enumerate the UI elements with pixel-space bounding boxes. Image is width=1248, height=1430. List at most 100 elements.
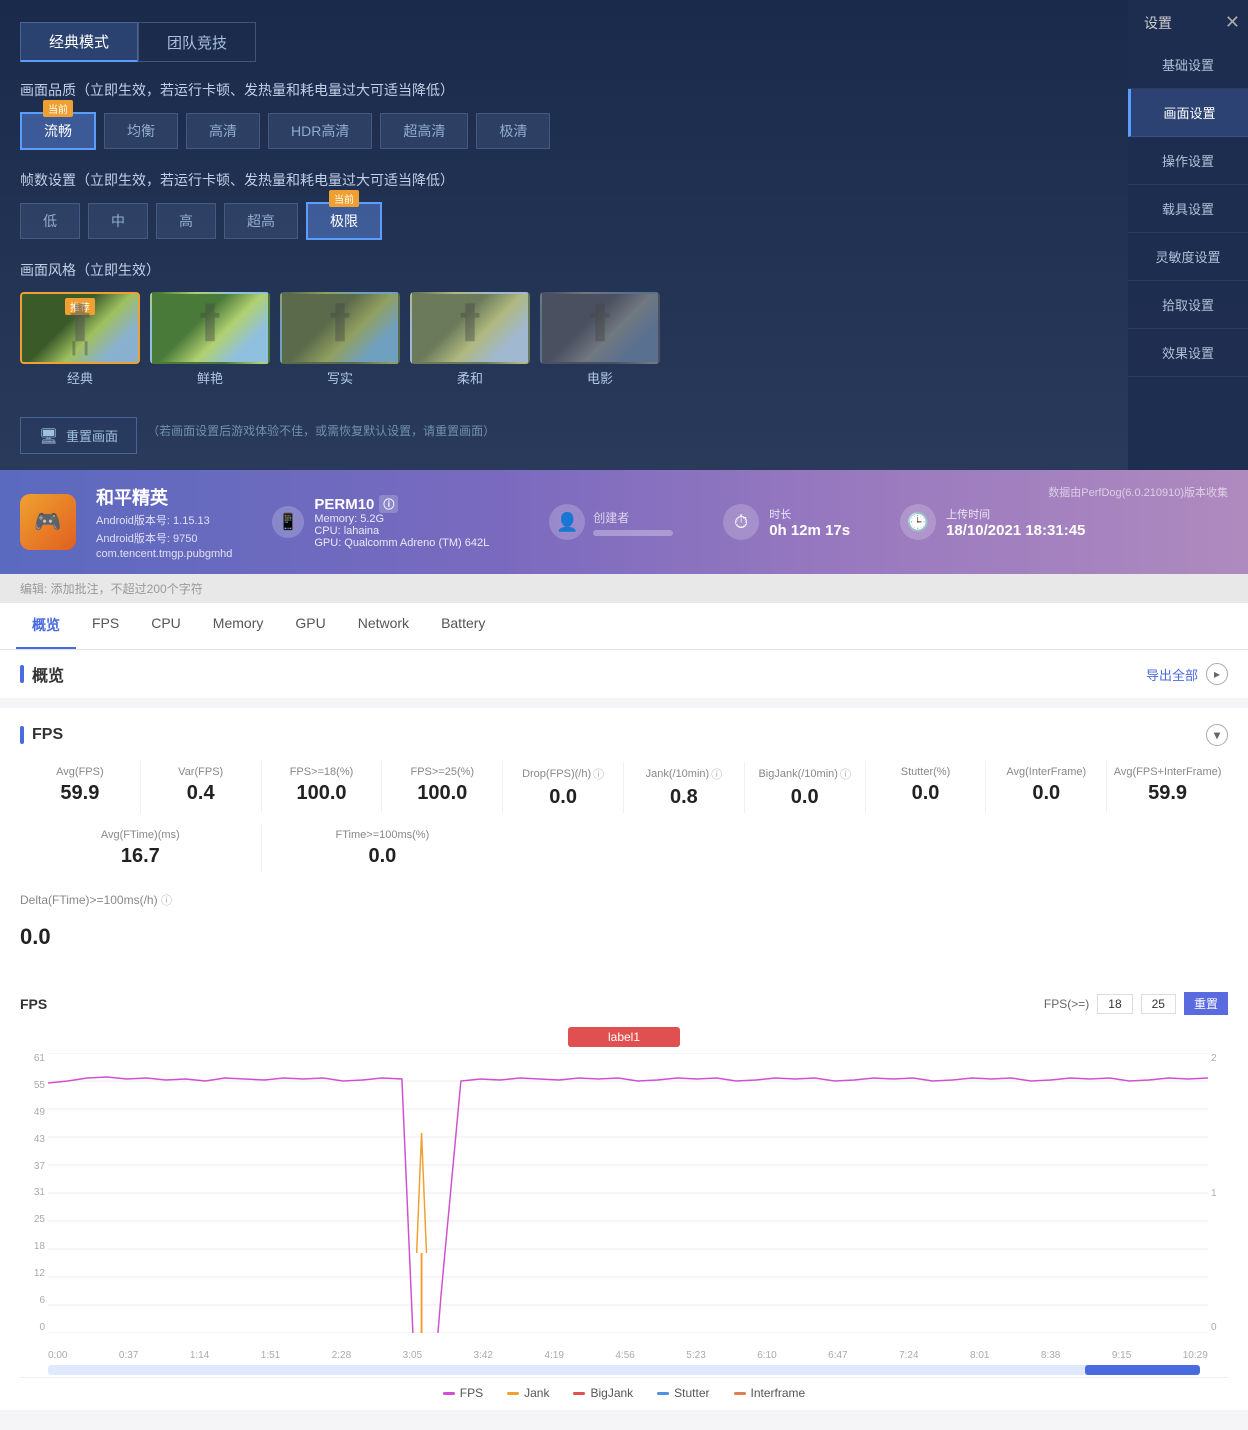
fps-btn-max[interactable]: 当前 极限 <box>306 202 382 240</box>
nav-tab-gpu[interactable]: GPU <box>279 603 341 649</box>
duration-icon: ⏱ <box>723 504 759 540</box>
collapse-arrow[interactable]: ▸ <box>1206 663 1228 685</box>
quality-btn-smooth[interactable]: 当前 流畅 <box>20 112 96 150</box>
delta-info-icon[interactable]: ⓘ <box>161 895 172 907</box>
jank-info-icon[interactable]: ⓘ <box>711 766 722 782</box>
nav-tab-battery[interactable]: Battery <box>425 603 501 649</box>
delta-label: Delta(FTime)>=100ms(/h) ⓘ <box>20 892 172 908</box>
style-card-gentle[interactable]: 柔和 <box>410 292 530 387</box>
metric-ftime100: FTime>=100ms(%) 0.0 <box>262 825 504 872</box>
drop-info-icon[interactable]: ⓘ <box>593 766 604 782</box>
current-badge-fps: 当前 <box>329 190 359 207</box>
bigjank-info-icon[interactable]: ⓘ <box>840 766 851 782</box>
quality-btn-hdr[interactable]: HDR高清 <box>268 113 372 149</box>
quality-btn-balanced[interactable]: 均衡 <box>104 113 178 149</box>
metric-fps25-value: 100.0 <box>388 782 496 805</box>
style-preview-movie <box>540 292 660 364</box>
quality-btn-hd[interactable]: 高清 <box>186 113 260 149</box>
upload-value: 18/10/2021 18:31:45 <box>946 522 1085 539</box>
metric-var-fps-label: Var(FPS) <box>147 766 255 778</box>
quality-btn-ultrahd[interactable]: 超高清 <box>380 113 468 149</box>
metric-bigjank-label: BigJank(/10min) ⓘ <box>751 766 859 782</box>
style-options: 推荐 经典 鲜艳 <box>20 292 1108 387</box>
fps-options: 低 中 高 超高 当前 极限 <box>20 202 1108 240</box>
close-icon[interactable]: ✕ <box>1225 12 1240 33</box>
metric-drop-fps: Drop(FPS)(/h) ⓘ 0.0 <box>503 762 624 813</box>
cpu-info: CPU: lahaina <box>314 525 489 537</box>
fps-btn-mid[interactable]: 中 <box>88 203 148 239</box>
quality-options: 当前 流畅 均衡 高清 HDR高清 超高清 极清 <box>20 112 1108 150</box>
section-actions: 导出全部 ▸ <box>1146 663 1228 685</box>
legend-jank: Jank <box>507 1386 549 1400</box>
creator-label: 创建者 <box>593 509 673 526</box>
metric-drop-fps-value: 0.0 <box>509 786 617 809</box>
tab-classic[interactable]: 经典模式 <box>20 22 138 62</box>
chart-controls: FPS(>=) 18 25 重置 <box>1044 992 1228 1015</box>
app-info: 和平精英 Android版本号: 1.15.13 Android版本号: 975… <box>96 484 232 560</box>
fps-section-heading: FPS ▾ <box>20 724 1228 746</box>
memory-info: Memory: 5.2G <box>314 513 489 525</box>
section-bar <box>20 665 24 683</box>
metric-var-fps-value: 0.4 <box>147 782 255 805</box>
metric-avg-ftime-value: 16.7 <box>26 845 255 868</box>
fps-section-bar <box>20 726 24 744</box>
reset-graphics-button[interactable]: 🖥 重置画面 <box>20 417 137 454</box>
edit-bar: 编辑: 添加批注，不超过200个字符 <box>0 574 1248 603</box>
style-card-movie[interactable]: 电影 <box>540 292 660 387</box>
nav-tab-cpu[interactable]: CPU <box>135 603 197 649</box>
metric-avg-interframe-label: Avg(InterFrame) <box>992 766 1100 778</box>
fps-ctrl-val1[interactable]: 18 <box>1097 994 1132 1014</box>
main-settings-area: 经典模式 团队竞技 画面品质（立即生效，若运行卡顿、发热量和耗电量过大可适当降低… <box>0 12 1128 464</box>
metric-jank: Jank(/10min) ⓘ 0.8 <box>624 762 745 813</box>
style-card-real[interactable]: 写实 <box>280 292 400 387</box>
nav-tab-fps[interactable]: FPS <box>76 603 135 649</box>
fps-ctrl-val2[interactable]: 25 <box>1141 994 1176 1014</box>
nav-tab-network[interactable]: Network <box>342 603 425 649</box>
gpu-info: GPU: Qualcomm Adreno (TM) 642L <box>314 537 489 549</box>
nav-tab-overview[interactable]: 概览 <box>16 603 76 649</box>
tab-team[interactable]: 团队竞技 <box>138 22 256 62</box>
fps-btn-high[interactable]: 高 <box>156 203 216 239</box>
sidebar-item-basic[interactable]: 基础设置 <box>1128 41 1248 89</box>
fps-metrics-section: FPS ▾ Avg(FPS) 59.9 Var(FPS) 0.4 FPS>=18… <box>0 708 1248 980</box>
fps-collapse-arrow[interactable]: ▾ <box>1206 724 1228 746</box>
legend-stutter-dot <box>657 1392 669 1395</box>
delta-value: 0.0 <box>20 924 1228 950</box>
device-badge: ⓘ <box>379 495 398 513</box>
quality-btn-extreme[interactable]: 极清 <box>476 113 550 149</box>
sidebar-item-effects[interactable]: 效果设置 <box>1128 329 1248 377</box>
sidebar-item-controls[interactable]: 操作设置 <box>1128 137 1248 185</box>
sidebar-item-graphics[interactable]: 画面设置 <box>1128 89 1248 137</box>
phone-icon: 📱 <box>272 506 304 538</box>
sidebar-item-pickup[interactable]: 拾取设置 <box>1128 281 1248 329</box>
style-preview-fresh <box>150 292 270 364</box>
chart-scroll-thumb[interactable] <box>1085 1365 1200 1375</box>
style-section-title: 画面风格（立即生效） <box>20 260 1108 280</box>
chart-scroll-bar[interactable] <box>48 1365 1200 1375</box>
fps-section-title: 帧数设置（立即生效，若运行卡顿、发热量和耗电量过大可适当降低） <box>20 170 1108 190</box>
metric-jank-label: Jank(/10min) ⓘ <box>630 766 738 782</box>
legend-stutter: Stutter <box>657 1386 709 1400</box>
metric-avg-interframe-value: 0.0 <box>992 782 1100 805</box>
nav-tabs-bar: 概览 FPS CPU Memory GPU Network Battery <box>0 603 1248 650</box>
sidebar-item-vehicle[interactable]: 载具设置 <box>1128 185 1248 233</box>
nav-tab-memory[interactable]: Memory <box>197 603 280 649</box>
metric-fps25: FPS>=25(%) 100.0 <box>382 762 503 813</box>
fps-btn-low[interactable]: 低 <box>20 203 80 239</box>
export-link[interactable]: 导出全部 <box>1146 665 1198 684</box>
chart-inner <box>48 1053 1208 1333</box>
edit-placeholder: 编辑: 添加批注，不超过200个字符 <box>20 582 203 596</box>
fps-reset-button[interactable]: 重置 <box>1184 992 1228 1015</box>
metric-fps18-value: 100.0 <box>268 782 376 805</box>
fps-ctrl-label: FPS(>=) <box>1044 997 1089 1011</box>
metric-avg-ftime: Avg(FTime)(ms) 16.7 <box>20 825 262 872</box>
content-area: 概览 导出全部 ▸ FPS ▾ Avg(FPS) 59.9 Var(FP <box>0 650 1248 1430</box>
device-info: 📱 PERM10 ⓘ Memory: 5.2G CPU: lahaina GPU… <box>272 495 489 549</box>
style-card-classic[interactable]: 推荐 经典 <box>20 292 140 387</box>
sidebar-item-sensitivity[interactable]: 灵敏度设置 <box>1128 233 1248 281</box>
style-card-fresh[interactable]: 鲜艳 <box>150 292 270 387</box>
fps-btn-ultrahigh[interactable]: 超高 <box>224 203 298 239</box>
legend-jank-dot <box>507 1392 519 1395</box>
current-badge-smooth: 当前 <box>43 100 73 117</box>
reset-icon: 🖥 <box>39 427 58 445</box>
